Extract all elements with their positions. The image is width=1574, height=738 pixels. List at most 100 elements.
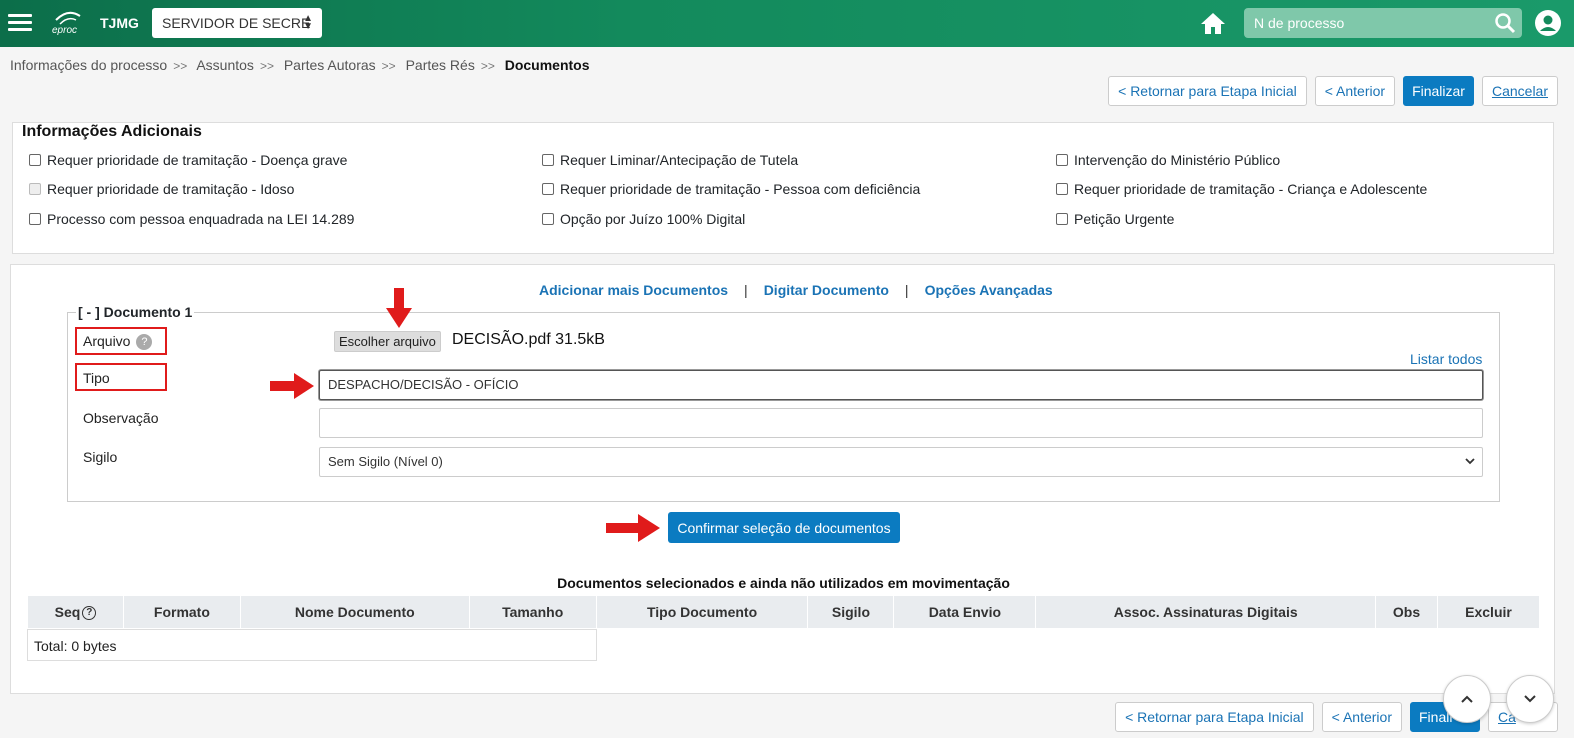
observacao-input[interactable]: [319, 408, 1483, 438]
additional-info-title: Informações Adicionais: [20, 123, 204, 141]
breadcrumb-item[interactable]: Assuntos: [196, 57, 254, 73]
column-header: Sigilo: [807, 595, 895, 629]
chevron-down-icon: [1465, 458, 1475, 465]
option-lei-14289[interactable]: Processo com pessoa enquadrada na LEI 14…: [29, 211, 354, 227]
column-header: Tamanho: [468, 595, 597, 629]
table-caption: Documentos selecionados e ainda não util…: [557, 575, 1010, 591]
column-header: Seq?: [27, 595, 124, 629]
total-bytes: Total: 0 bytes: [27, 629, 597, 661]
breadcrumb-separator: >>: [381, 59, 396, 73]
type-document-link[interactable]: Digitar Documento: [764, 282, 889, 298]
document-actions: Adicionar mais Documentos | Digitar Docu…: [539, 282, 1053, 298]
option-peticao-urgente[interactable]: Petição Urgente: [1056, 211, 1174, 227]
option-doenca-grave[interactable]: Requer prioridade de tramitação - Doença…: [29, 152, 347, 168]
tipo-label: Tipo: [83, 370, 110, 386]
arquivo-label-text: Arquivo: [83, 333, 131, 349]
option-crianca-adolescente[interactable]: Requer prioridade de tramitação - Crianç…: [1056, 181, 1427, 197]
cancel-button[interactable]: Cancelar: [1481, 76, 1558, 106]
list-all-link[interactable]: Listar todos: [1410, 351, 1482, 367]
breadcrumb-separator: >>: [259, 59, 274, 73]
option-idoso: Requer prioridade de tramitação - Idoso: [29, 181, 294, 197]
option-pessoa-deficiencia[interactable]: Requer prioridade de tramitação - Pessoa…: [542, 181, 920, 197]
breadcrumb-item[interactable]: Informações do processo: [10, 57, 167, 73]
breadcrumb: Informações do processo >> Assuntos >> Par…: [10, 57, 590, 73]
column-header: Excluir: [1437, 595, 1540, 629]
option-label: Requer prioridade de tramitação - Crianç…: [1074, 181, 1428, 197]
option-label: Petição Urgente: [1074, 211, 1175, 227]
search-placeholder: N de processo: [1254, 15, 1345, 31]
option-label: Processo com pessoa enquadrada na LEI 14…: [47, 211, 355, 227]
hamburger-menu-icon[interactable]: [8, 14, 32, 32]
home-icon[interactable]: [1200, 11, 1226, 35]
annotation-arrow-right-icon: [270, 373, 314, 399]
checkbox[interactable]: [542, 154, 554, 166]
breadcrumb-item[interactable]: Partes Autoras: [284, 57, 376, 73]
selected-file-name: DECISÃO.pdf 31.5kB: [452, 331, 605, 348]
sigilo-select[interactable]: Sem Sigilo (Nível 0): [319, 447, 1483, 477]
option-liminar[interactable]: Requer Liminar/Antecipação de Tutela: [542, 152, 798, 168]
sigilo-value: Sem Sigilo (Nível 0): [328, 454, 443, 469]
scroll-down-button[interactable]: [1506, 675, 1554, 723]
sort-arrows-icon: ▲ ▼: [303, 13, 313, 32]
sigilo-label: Sigilo: [83, 449, 118, 465]
column-header: Formato: [122, 595, 241, 629]
column-header: Nome Documento: [239, 595, 470, 629]
breadcrumb-separator: >>: [173, 59, 188, 73]
checkbox[interactable]: [542, 183, 554, 195]
column-header: Tipo Documento: [595, 595, 809, 629]
server-select[interactable]: SERVIDOR DE SECRE ▲ ▼: [152, 8, 322, 38]
breadcrumb-item[interactable]: Partes Rés: [406, 57, 475, 73]
previous-button[interactable]: < Anterior: [1321, 702, 1402, 732]
back-initial-button[interactable]: < Retornar para Etapa Inicial: [1108, 76, 1307, 106]
annotation-arrow-right-icon: [606, 514, 660, 542]
column-header-label: Seq: [54, 603, 81, 620]
chevron-down-icon: [1524, 695, 1536, 703]
chevron-up-icon: [1461, 695, 1473, 703]
logo-text: eproc: [52, 25, 78, 36]
breadcrumb-separator: >>: [480, 59, 495, 73]
eproc-logo-icon: [55, 11, 81, 25]
document-legend[interactable]: [ - ] Documento 1: [76, 304, 195, 320]
breadcrumb-current: Documentos: [504, 57, 590, 73]
advanced-options-link[interactable]: Opções Avançadas: [925, 282, 1053, 298]
option-label: Requer prioridade de tramitação - Doença…: [47, 152, 348, 168]
option-label: Intervenção do Ministério Público: [1074, 152, 1281, 168]
choose-file-button[interactable]: Escolher arquivo: [334, 331, 441, 352]
checkbox[interactable]: [29, 213, 41, 225]
user-account-icon[interactable]: [1534, 9, 1562, 37]
nav-buttons-bottom: < Retornar para Etapa Inicial < Anterior…: [1115, 702, 1558, 732]
server-select-value: SERVIDOR DE SECRE: [162, 15, 311, 31]
search-icon[interactable]: [1494, 12, 1516, 34]
checkbox[interactable]: [1056, 213, 1068, 225]
column-header: Data Envio: [893, 595, 1037, 629]
table-header-row: Seq? Formato Nome Documento Tamanho Tipo…: [27, 595, 1540, 629]
back-initial-button[interactable]: < Retornar para Etapa Inicial: [1115, 702, 1314, 732]
option-label: Requer prioridade de tramitação - Pessoa…: [560, 181, 921, 197]
finish-button[interactable]: Finalizar: [1403, 76, 1474, 106]
help-icon[interactable]: ?: [82, 606, 97, 621]
scroll-up-button[interactable]: [1443, 675, 1491, 723]
documents-table: Seq? Formato Nome Documento Tamanho Tipo…: [27, 595, 1540, 629]
divider: |: [904, 282, 909, 298]
checkbox[interactable]: [1056, 183, 1068, 195]
brand-label: TJMG: [100, 15, 139, 31]
checkbox[interactable]: [542, 213, 554, 225]
observacao-label: Observação: [83, 410, 159, 426]
option-juizo-digital[interactable]: Opção por Juízo 100% Digital: [542, 211, 745, 227]
confirm-selection-button[interactable]: Confirmar seleção de documentos: [668, 512, 900, 543]
process-search-input[interactable]: N de processo: [1244, 8, 1522, 38]
column-header: Assoc. Assinaturas Digitais: [1035, 595, 1377, 629]
option-label: Requer Liminar/Antecipação de Tutela: [560, 152, 799, 168]
top-bar: eproc TJMG SERVIDOR DE SECRE ▲ ▼ N de pro…: [0, 0, 1574, 47]
previous-button[interactable]: < Anterior: [1314, 76, 1396, 106]
checkbox[interactable]: [1056, 154, 1068, 166]
divider: |: [744, 282, 748, 298]
checkbox[interactable]: [29, 154, 41, 166]
arquivo-label: Arquivo?: [83, 333, 153, 351]
column-header: Obs: [1375, 595, 1438, 629]
option-label: Requer prioridade de tramitação - Idoso: [47, 181, 295, 197]
help-icon[interactable]: ?: [136, 334, 153, 351]
option-ministerio-publico[interactable]: Intervenção do Ministério Público: [1056, 152, 1280, 168]
tipo-input[interactable]: DESPACHO/DECISÃO - OFÍCIO: [319, 370, 1483, 400]
add-documents-link[interactable]: Adicionar mais Documentos: [539, 282, 728, 298]
